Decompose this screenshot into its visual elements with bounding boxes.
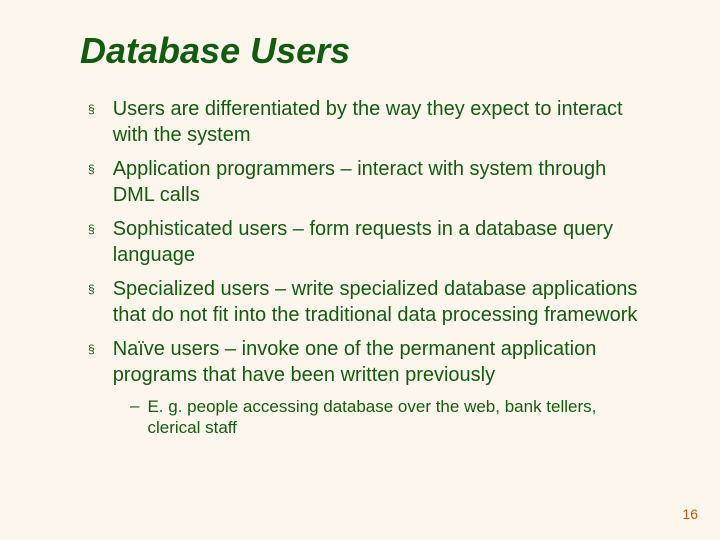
bullet-text: Specialized users – write specialized da… (113, 276, 650, 328)
bullet-icon: § (88, 282, 95, 296)
bullet-icon: § (88, 162, 95, 176)
bullet-icon: § (88, 222, 95, 236)
bullet-text: Application programmers – interact with … (113, 156, 650, 208)
dash-icon: – (130, 396, 139, 416)
sub-bullet-list: – E. g. people accessing database over t… (70, 396, 650, 439)
list-item: § Sophisticated users – form requests in… (88, 216, 650, 268)
bullet-text: Naïve users – invoke one of the permanen… (113, 336, 650, 388)
bullet-list: § Users are differentiated by the way th… (70, 96, 650, 388)
bullet-icon: § (88, 342, 95, 356)
sub-list-item: – E. g. people accessing database over t… (130, 396, 650, 439)
page-number: 16 (682, 506, 698, 522)
list-item: § Naïve users – invoke one of the perman… (88, 336, 650, 388)
bullet-text: Users are differentiated by the way they… (113, 96, 650, 148)
slide-title: Database Users (80, 30, 650, 72)
bullet-text: Sophisticated users – form requests in a… (113, 216, 650, 268)
bullet-icon: § (88, 102, 95, 116)
list-item: § Users are differentiated by the way th… (88, 96, 650, 148)
list-item: § Specialized users – write specialized … (88, 276, 650, 328)
list-item: § Application programmers – interact wit… (88, 156, 650, 208)
sub-bullet-text: E. g. people accessing database over the… (147, 396, 650, 439)
